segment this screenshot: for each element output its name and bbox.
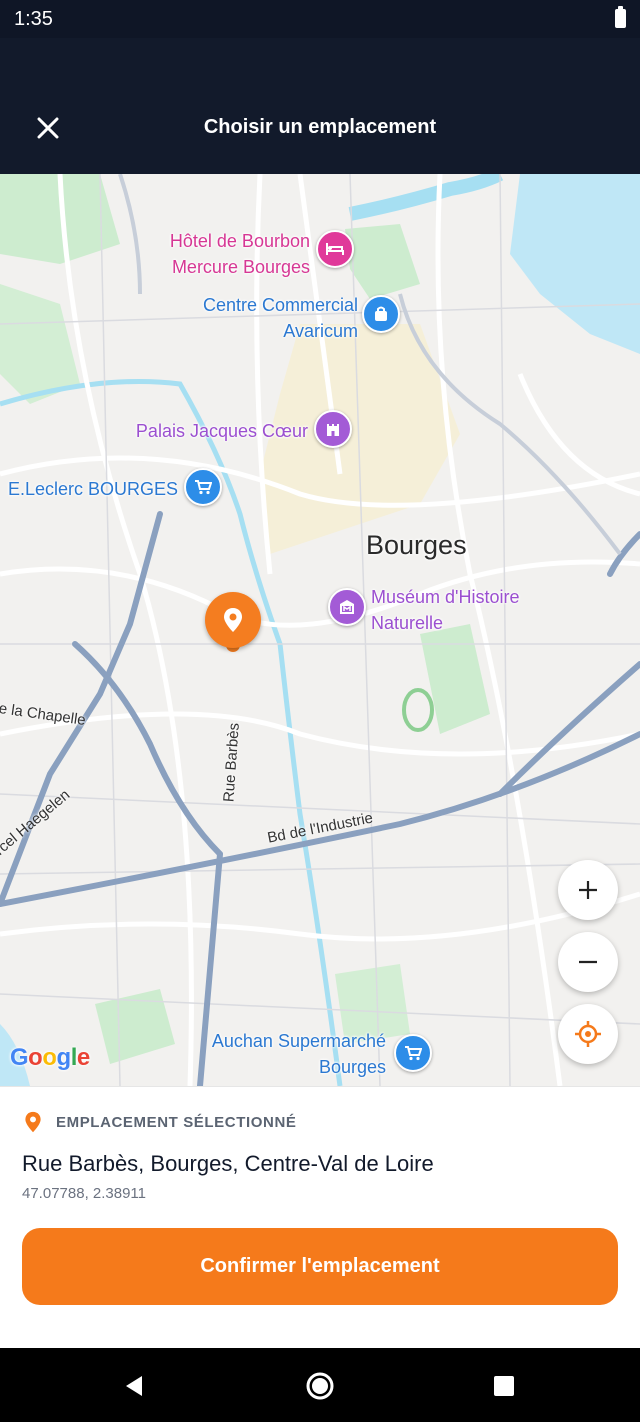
my-location-button[interactable] [558, 1004, 618, 1064]
poi-leclerc-label[interactable]: E.Leclerc BOURGES [0, 476, 178, 502]
poi-museum-line2: Naturelle [371, 613, 444, 633]
poi-hotel-label[interactable]: Hôtel de Bourbon Mercure Bourges [120, 228, 310, 280]
poi-leclerc-line1: E.Leclerc BOURGES [7, 479, 178, 499]
back-triangle-icon [126, 1376, 142, 1396]
map-view[interactable]: Hôtel de Bourbon Mercure Bourges Centre … [0, 174, 640, 1086]
minus-icon [579, 960, 597, 964]
poi-hotel-line1: Hôtel de Bourbon [169, 231, 310, 251]
header: Choisir un emplacement [0, 38, 640, 174]
poi-mall-line1: Centre Commercial [202, 295, 358, 315]
city-label: Bourges [366, 530, 467, 560]
selected-location-sheet: EMPLACEMENT SÉLECTIONNÉ Rue Barbès, Bour… [0, 1086, 640, 1349]
poi-hotel-line2: Mercure Bourges [171, 257, 310, 277]
confirm-location-button[interactable]: Confirmer l'emplacement [22, 1228, 618, 1305]
castle-icon[interactable] [314, 410, 352, 448]
poi-auchan-line1: Auchan Supermarché [211, 1031, 386, 1051]
poi-palais-line1: Palais Jacques Cœur [135, 421, 308, 441]
poi-museum-line1: Muséum d'Histoire [371, 587, 520, 607]
zoom-in-button[interactable] [558, 860, 618, 920]
poi-mall-line2: Avaricum [283, 321, 358, 341]
selected-location-pin[interactable] [205, 592, 261, 648]
selected-address: Rue Barbès, Bourges, Centre-Val de Loire [22, 1151, 434, 1176]
back-button[interactable] [114, 1366, 154, 1406]
selected-coordinates: 47.07788, 2.38911 [22, 1185, 147, 1202]
system-nav-bar [0, 1348, 640, 1422]
recents-button[interactable] [484, 1366, 524, 1406]
poi-palais-label[interactable]: Palais Jacques Cœur [80, 418, 308, 444]
selected-location-header: EMPLACEMENT SÉLECTIONNÉ [24, 1111, 296, 1133]
page-title: Choisir un emplacement [203, 116, 437, 138]
poi-auchan-line2: Bourges [318, 1057, 386, 1077]
poi-mall-label[interactable]: Centre Commercial Avaricum [150, 292, 358, 344]
crosshair-icon [575, 1021, 601, 1047]
cart-icon[interactable] [394, 1034, 432, 1072]
recents-square-icon [494, 1376, 514, 1396]
location-pin-icon [25, 1111, 41, 1133]
location-pin-icon [224, 608, 242, 632]
plus-icon [579, 881, 597, 899]
home-button[interactable] [300, 1366, 340, 1406]
selected-location-label: EMPLACEMENT SÉLECTIONNÉ [56, 1113, 297, 1131]
zoom-out-button[interactable] [558, 932, 618, 992]
battery-icon [615, 6, 626, 28]
shopping-bag-icon[interactable] [362, 295, 400, 333]
status-time: 1:35 [14, 8, 53, 30]
google-logo: Google [10, 1044, 90, 1071]
cart-icon[interactable] [184, 468, 222, 506]
status-bar: 1:35 [0, 0, 640, 38]
home-circle-icon [306, 1372, 334, 1400]
museum-icon[interactable] [328, 588, 366, 626]
poi-museum-label[interactable]: Muséum d'Histoire Naturelle [371, 584, 571, 636]
hotel-icon[interactable] [316, 230, 354, 268]
poi-auchan-label[interactable]: Auchan Supermarché Bourges [160, 1028, 386, 1080]
